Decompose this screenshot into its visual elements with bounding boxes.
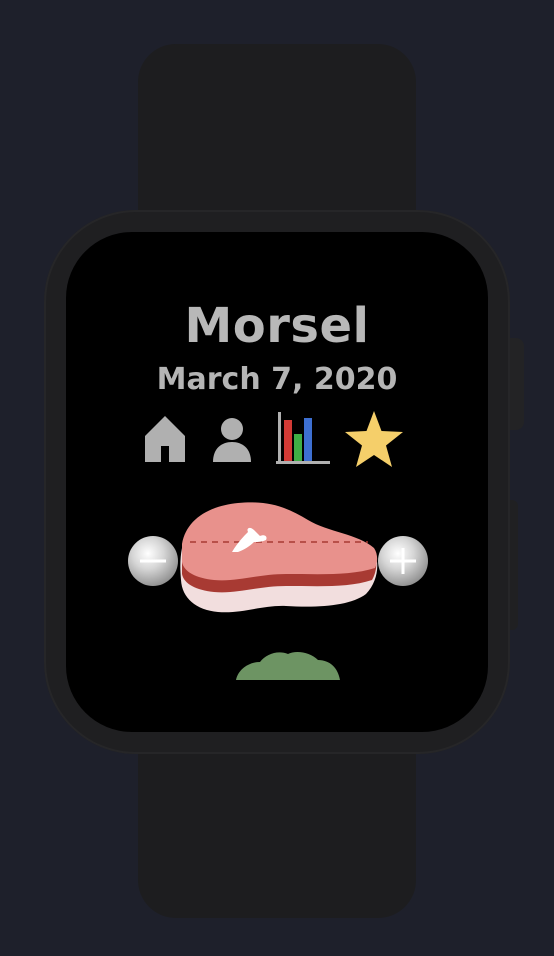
watch-screen: Morsel March 7, 2020 — [66, 232, 488, 732]
stage: Morsel March 7, 2020 — [0, 0, 554, 956]
broccoli-icon[interactable] — [234, 650, 342, 680]
decrease-button[interactable] — [128, 536, 178, 586]
star-icon[interactable] — [342, 410, 406, 470]
home-icon[interactable] — [142, 410, 188, 470]
increase-button[interactable] — [378, 536, 428, 586]
steak-icon[interactable] — [178, 502, 380, 618]
bar-chart-icon[interactable] — [272, 410, 332, 470]
app-title: Morsel — [184, 298, 370, 354]
current-date: March 7, 2020 — [156, 362, 398, 397]
plus-icon — [390, 548, 416, 574]
minus-icon — [140, 559, 166, 563]
person-icon[interactable] — [210, 410, 254, 470]
